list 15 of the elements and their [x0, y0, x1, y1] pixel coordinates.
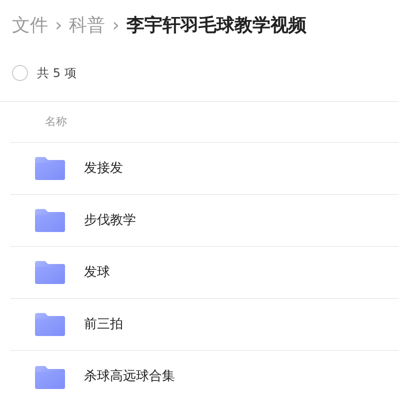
breadcrumb-separator: › [112, 14, 120, 38]
current-folder-title: 李宇轩羽毛球教学视频 [126, 14, 306, 38]
folder-icon [35, 366, 65, 388]
folder-name[interactable]: 步伐教学 [84, 210, 136, 230]
folder-icon [35, 261, 65, 284]
folder-name[interactable]: 发球 [84, 262, 110, 282]
folder-icon [35, 157, 65, 180]
folder-icon [35, 209, 65, 232]
breadcrumb-separator: › [55, 14, 62, 38]
item-count: 共 5 项 [37, 64, 76, 82]
folder-name[interactable]: 发接发 [84, 158, 123, 178]
folder-name[interactable]: 前三拍 [84, 314, 123, 334]
folder-name[interactable]: 杀球高远球合集 [84, 367, 175, 387]
folder-icon [35, 313, 65, 336]
select-all-checkbox[interactable] [12, 64, 28, 80]
